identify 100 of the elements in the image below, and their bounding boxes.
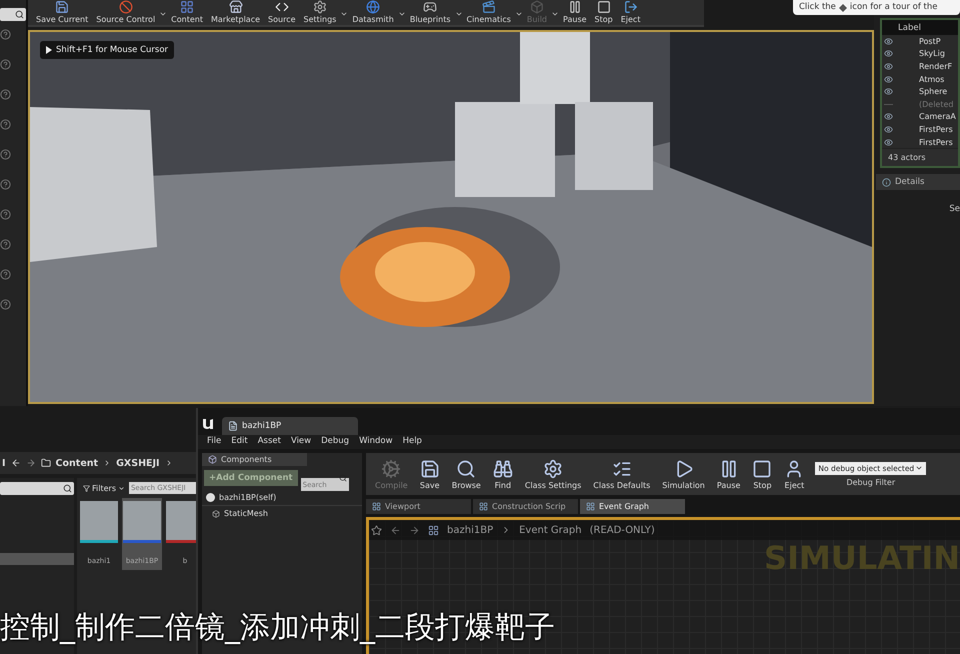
toolbar-button[interactable]: Blueprints (406, 0, 454, 24)
caret-icon[interactable] (159, 10, 168, 18)
tooltip-text: Click the (799, 2, 836, 12)
toolbar-button[interactable]: Pause (712, 458, 746, 490)
details-tab[interactable]: Details (876, 174, 960, 190)
document-tab[interactable]: bazhi1BP (222, 417, 358, 435)
toolbar-button[interactable]: Source (264, 0, 300, 24)
settings-icon (312, 0, 327, 14)
search-field[interactable] (0, 482, 74, 495)
subtitle: 控制_制作二倍镜_添加冲刺_二段打爆靶子 (0, 609, 555, 647)
star-icon[interactable] (371, 524, 382, 536)
cube-icon (208, 455, 217, 464)
graph-tab[interactable]: Viewport (366, 499, 471, 514)
eye-icon[interactable] (884, 138, 893, 147)
help-icon[interactable] (0, 119, 11, 130)
breadcrumb-graph[interactable]: Event Graph (519, 524, 582, 536)
actor-name[interactable]: FirstPers (919, 124, 953, 134)
toolbar-button[interactable]: Browse (446, 458, 486, 490)
toolbar-button[interactable]: Datasmith (348, 0, 398, 24)
toolbar-button[interactable]: Class Settings (520, 458, 586, 490)
actor-name[interactable]: SkyLig (919, 49, 945, 58)
actor-name[interactable]: PostP (919, 36, 941, 46)
menu-item[interactable]: File (202, 435, 226, 449)
search-icon (63, 484, 72, 493)
help-icon[interactable] (0, 179, 11, 190)
path-segment[interactable]: I (2, 458, 6, 468)
forward-arrow-icon[interactable] (26, 458, 36, 468)
cube-icon (530, 0, 544, 14)
cursor-icon (46, 46, 52, 54)
diamond-icon (838, 4, 847, 12)
toolbar-button[interactable]: Source Control (92, 0, 160, 24)
path-segment[interactable]: GXSHEJI (116, 458, 160, 468)
eye-icon[interactable] (884, 112, 893, 122)
help-icon[interactable] (0, 239, 11, 250)
binoculars-icon (492, 458, 513, 478)
eye-icon[interactable] (884, 87, 893, 96)
help-icon[interactable] (0, 149, 11, 160)
gamepad-icon (423, 0, 438, 14)
toolbar-button[interactable]: Eject (779, 458, 810, 490)
toolbar-button[interactable]: Marketplace (207, 0, 264, 24)
actor-name[interactable]: Atmos (919, 74, 944, 84)
breadcrumb-asset[interactable]: bazhi1BP (447, 524, 494, 536)
toolbar-button[interactable]: Settings (300, 0, 340, 24)
component-item[interactable]: StaticMesh (202, 506, 362, 521)
filters-button[interactable]: Filters (83, 484, 125, 492)
toolbar-button[interactable]: Class Defaults (588, 458, 656, 490)
clapperboard-icon (482, 0, 496, 14)
help-icon[interactable] (0, 89, 11, 100)
help-icon[interactable] (0, 269, 11, 280)
help-icon[interactable] (0, 29, 11, 40)
toolbar-button[interactable]: Stop (747, 458, 778, 490)
menu-item[interactable]: View (286, 435, 316, 449)
graph-tab[interactable]: Event Graph (580, 499, 685, 514)
caret-icon[interactable] (454, 10, 462, 18)
menu-item[interactable]: Asset (252, 435, 286, 449)
eye-icon[interactable] (884, 49, 893, 58)
forward-arrow-icon[interactable] (409, 524, 420, 536)
toolbar-button[interactable]: Save (414, 458, 445, 490)
stop-icon (596, 0, 611, 14)
mesh-icon (212, 510, 220, 518)
toolbar-button[interactable]: Eject (616, 0, 644, 24)
caret-icon[interactable] (398, 10, 406, 18)
search-field[interactable] (0, 8, 26, 21)
components-tab[interactable]: Components (202, 453, 307, 466)
column-header[interactable]: Label (882, 20, 958, 35)
menu-item[interactable]: Help (398, 435, 427, 449)
back-arrow-icon[interactable] (10, 458, 21, 468)
help-icon[interactable] (0, 209, 11, 220)
info-icon (882, 178, 891, 187)
folder-icon (40, 458, 51, 468)
actor-name[interactable]: Sphere (919, 87, 948, 96)
toolbar-button[interactable]: Stop (590, 0, 617, 24)
caret-icon (915, 464, 924, 472)
menu-item[interactable]: Window (354, 435, 398, 449)
toolbar-button[interactable]: Save Current (32, 0, 92, 24)
eye-icon[interactable] (884, 74, 893, 84)
grid-icon (586, 502, 595, 511)
eye-icon[interactable] (884, 124, 893, 134)
menu-item[interactable]: Debug (316, 435, 354, 449)
help-icon[interactable] (0, 299, 11, 310)
eye-icon[interactable] (884, 62, 893, 71)
actor-name[interactable]: RenderF (919, 62, 952, 71)
menu-item[interactable]: Edit (226, 435, 253, 449)
toolbar-button[interactable]: Content (167, 0, 207, 24)
actor-name[interactable]: FirstPers (919, 138, 953, 147)
help-icon[interactable] (0, 59, 11, 70)
pause-icon (568, 0, 582, 14)
path-segment[interactable]: Content (56, 458, 98, 468)
component-item[interactable]: bazhi1BP(self) (202, 490, 362, 506)
toolbar-button[interactable]: Pause (559, 0, 591, 24)
game-viewport[interactable]: Shift+F1 for Mouse Cursor (28, 30, 874, 404)
caret-icon[interactable] (514, 10, 523, 18)
caret-icon[interactable] (340, 10, 348, 18)
actor-name[interactable]: CameraA (919, 112, 956, 122)
graph-tab[interactable]: Construction Scrip (473, 499, 578, 514)
toolbar-button[interactable]: Find (488, 458, 518, 490)
eye-icon[interactable] (884, 36, 893, 46)
settings-icon (543, 458, 564, 478)
toolbar-button[interactable]: Cinematics (462, 0, 515, 24)
toolbar-button[interactable]: Simulation (657, 458, 710, 490)
